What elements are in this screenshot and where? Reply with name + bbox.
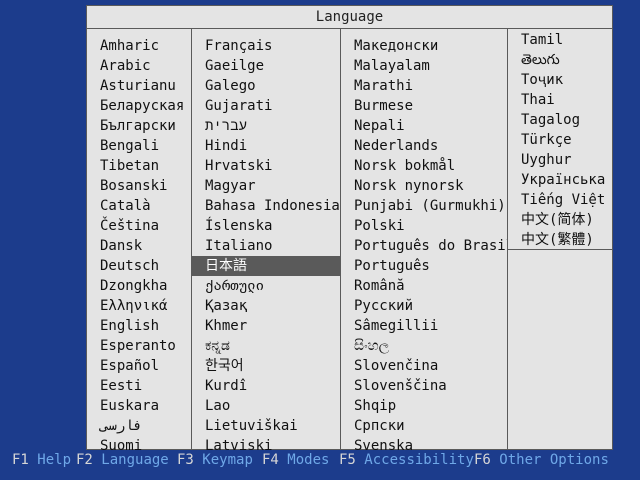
fkey-action: Modes [287,452,330,468]
language-option[interactable]: Arabic [87,56,191,76]
language-option[interactable]: Türkçe [508,130,612,150]
language-option[interactable]: עברית [192,116,340,136]
language-option[interactable]: Burmese [341,96,507,116]
fkey-label: F1 [12,452,29,468]
help-key[interactable]: F1 Help [12,450,71,470]
language-option[interactable]: Íslenska [192,216,340,236]
language-option[interactable]: Slovenščina [341,376,507,396]
language-option[interactable]: فارسی [87,416,191,436]
language-column-1: Amharic Arabic Asturianu Беларуская Българск… [87,28,191,454]
language-option[interactable]: తెలుగు [508,50,612,70]
fkey-action: Language [101,452,169,468]
language-option[interactable]: Тоҷик [508,70,612,90]
language-option[interactable]: Kurdî [192,376,340,396]
language-option[interactable]: Euskara [87,396,191,416]
language-option[interactable]: Tiếng Việt [508,190,612,210]
language-option[interactable]: Tamil [508,30,612,50]
language-option[interactable]: Беларуская [87,96,191,116]
language-option[interactable]: Polski [341,216,507,236]
function-key-bar: F1 Help F2 Language F3 Keymap F4 Modes F… [0,450,640,470]
fkey-action: Keymap [202,452,253,468]
language-option[interactable]: Punjabi (Gurmukhi) [341,196,507,216]
language-option[interactable]: Magyar [192,176,340,196]
language-option[interactable]: 한국어 [192,356,340,376]
keymap-key[interactable]: F3 Keymap [177,450,253,470]
language-option[interactable]: Nepali [341,116,507,136]
language-option[interactable]: Српски [341,416,507,436]
language-column-3: Македонски Malayalam Marathi Burmese Nepali N… [341,28,514,454]
language-option[interactable]: Ελληνικά [87,296,191,316]
accessibility-key[interactable]: F5 Accessibility [339,450,474,470]
language-option[interactable]: සිංහල [341,336,507,356]
language-option[interactable]: English [87,316,191,336]
language-option[interactable]: Bengali [87,136,191,156]
language-option[interactable]: 中文(简体) [508,210,612,230]
language-option[interactable]: Thai [508,90,612,110]
language-option[interactable]: Hrvatski [192,156,340,176]
language-option[interactable]: Malayalam [341,56,507,76]
language-option[interactable]: Čeština [87,216,191,236]
language-option[interactable]: Amharic [87,36,191,56]
language-option[interactable]: Català [87,196,191,216]
language-option[interactable]: Nederlands [341,136,507,156]
language-option[interactable]: Português do Brasil [341,236,514,256]
language-option[interactable]: Shqip [341,396,507,416]
fkey-action: Other Options [499,452,609,468]
language-option[interactable]: Gujarati [192,96,340,116]
language-option[interactable]: Italiano [192,236,340,256]
language-option[interactable]: Македонски [341,36,507,56]
fkey-label: F6 [474,452,491,468]
language-option[interactable]: Dzongkha [87,276,191,296]
menu-title: Language [87,6,612,29]
language-option[interactable]: Gaeilge [192,56,340,76]
language-option[interactable]: Română [341,276,507,296]
language-option[interactable]: Deutsch [87,256,191,276]
language-option[interactable]: Uyghur [508,150,612,170]
fkey-label: F5 [339,452,356,468]
language-option[interactable]: Dansk [87,236,191,256]
language-menu-extension: Tamil తెలుగు Тоҷик Thai Tagalog Türkçe Uyghur У… [507,30,613,250]
installer-screen: { "menu": { "title": "Language", "column… [0,0,640,480]
fkey-label: F4 [262,452,279,468]
language-option[interactable]: 中文(繁體) [508,230,612,250]
language-option[interactable]: Asturianu [87,76,191,96]
language-option[interactable]: Español [87,356,191,376]
language-option[interactable]: Tibetan [87,156,191,176]
language-option[interactable]: ಕನ್ನಡ [192,336,340,356]
language-option[interactable]: Български [87,116,191,136]
language-option[interactable]: Eesti [87,376,191,396]
language-column-4: Tamil తెలుగు Тоҷик Thai Tagalog Türkçe Uyghur У… [508,30,612,249]
language-option[interactable]: Қазақ [192,296,340,316]
language-option[interactable]: 日本語 [192,256,340,276]
language-option[interactable]: Українська [508,170,612,190]
language-option[interactable]: Norsk bokmål [341,156,507,176]
language-option[interactable]: Slovenčina [341,356,507,376]
language-option[interactable]: Русский [341,296,507,316]
language-option[interactable]: Lietuviškai [192,416,340,436]
language-option[interactable]: Galego [192,76,340,96]
language-option[interactable]: ქართული [192,276,340,296]
language-option[interactable]: Bosanski [87,176,191,196]
modes-key[interactable]: F4 Modes [262,450,329,470]
language-option[interactable]: Lao [192,396,340,416]
language-option[interactable]: Norsk nynorsk [341,176,507,196]
other-options-key[interactable]: F6 Other Options [474,450,609,470]
language-option[interactable]: Esperanto [87,336,191,356]
fkey-action: Help [37,452,72,468]
language-option[interactable]: Marathi [341,76,507,96]
language-option[interactable]: Português [341,256,507,276]
language-option[interactable]: Sâmegillii [341,316,507,336]
language-option[interactable]: Tagalog [508,110,612,130]
fkey-label: F3 [177,452,194,468]
language-key[interactable]: F2 Language [76,450,169,470]
language-option[interactable]: Khmer [192,316,340,336]
fkey-action: Accessibility [364,452,474,468]
fkey-label: F2 [76,452,93,468]
language-column-2: Français Gaeilge Galego Gujarati עברית Hindi H… [192,28,340,454]
language-option[interactable]: Français [192,36,340,56]
language-option[interactable]: Bahasa Indonesia [192,196,340,216]
language-option[interactable]: Hindi [192,136,340,156]
